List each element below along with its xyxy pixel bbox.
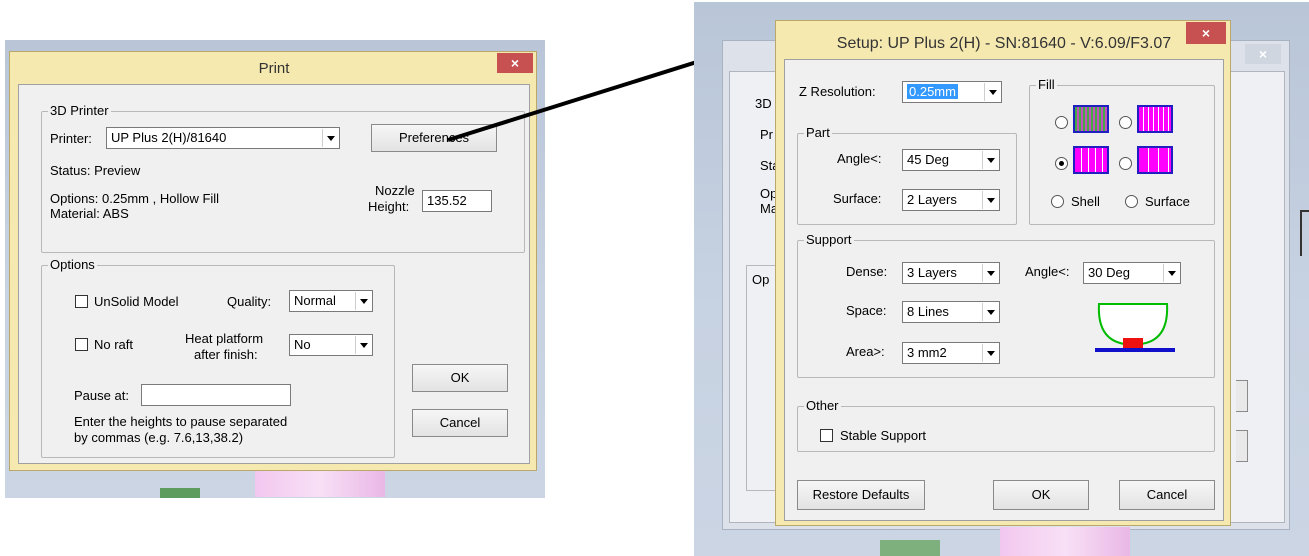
pause-label: Pause at: [74,388,129,403]
material-text: Material: ABS [50,206,129,221]
nozzle-height-field[interactable]: 135.52 [422,190,492,212]
support-angle-label: Angle<: [1025,264,1070,279]
options-text: Options: 0.25mm , Hollow Fill [50,191,220,206]
heat-platform-label-1: Heat platform [185,331,264,346]
fill-pattern-4-icon [1137,146,1173,174]
support-dense-label: Dense: [846,264,888,279]
model-hint-right [1000,527,1130,556]
fill-surface-radio[interactable] [1125,195,1138,208]
pause-hint-1: Enter the heights to pause separated [74,414,288,429]
part-angle-value: 45 Deg [907,152,949,167]
support-diagram-icon [1095,303,1175,352]
support-area-select[interactable]: 3 mm2 [902,342,1000,364]
printer-select-value: UP Plus 2(H)/81640 [111,130,227,145]
quality-select-value: Normal [294,293,336,308]
unsolid-label: UnSolid Model [94,294,179,309]
fill-group-legend: Fill [1036,77,1057,93]
support-angle-select[interactable]: 30 Deg [1083,262,1181,284]
setup-ok-button[interactable]: OK [993,480,1089,510]
fill-radio-4[interactable] [1119,157,1132,170]
fill-pattern-1-icon [1073,105,1109,133]
printer-label: Printer: [50,131,92,146]
fill-pattern-3-icon [1073,146,1109,174]
chevron-down-icon[interactable] [982,264,998,282]
chevron-down-icon[interactable] [982,151,998,169]
fill-shell-radio[interactable] [1051,195,1064,208]
chevron-down-icon[interactable] [355,292,371,310]
chevron-down-icon[interactable] [322,129,338,147]
chevron-down-icon[interactable] [984,83,1000,101]
heat-platform-label-2: after finish: [194,347,258,362]
part-surface-label: Surface: [833,191,882,206]
platform-hint-right [880,540,940,556]
support-space-value: 8 Lines [907,304,949,319]
bg-platform-edge [1300,210,1309,256]
quality-label: Quality: [227,294,272,309]
part-surface-select[interactable]: 2 Layers [902,189,1000,211]
bg-group-edge [746,265,776,491]
part-group-legend: Part [804,125,832,141]
noraft-checkbox[interactable] [75,338,88,351]
nozzle-label-1: Nozzle [375,183,415,198]
stable-support-label: Stable Support [840,428,927,443]
fill-radio-1[interactable] [1055,116,1068,129]
stable-support-checkbox[interactable] [820,429,833,442]
restore-defaults-button[interactable]: Restore Defaults [797,480,925,510]
pause-hint-2: by commas (e.g. 7.6,13,38.2) [74,430,244,445]
z-resolution-label: Z Resolution: [799,84,876,99]
nozzle-label-2: Height: [368,199,410,214]
fill-shell-label: Shell [1071,194,1100,209]
chevron-down-icon[interactable] [355,336,371,354]
support-group-legend: Support [804,232,854,248]
chevron-down-icon[interactable] [982,303,998,321]
part-surface-value: 2 Layers [907,192,957,207]
part-group: Part [797,125,1017,225]
noraft-label: No raft [94,337,134,352]
support-dense-value: 3 Layers [907,265,957,280]
z-resolution-select[interactable]: 0.25mm [902,81,1002,103]
pause-at-field[interactable] [141,384,291,406]
status-text: Status: Preview [50,163,141,178]
support-angle-value: 30 Deg [1088,265,1130,280]
print-cancel-button[interactable]: Cancel [412,409,508,437]
bg-label-pr: Pr [760,127,773,142]
options-group-legend: Options [48,257,97,273]
other-group-legend: Other [804,398,841,414]
fill-surface-label: Surface [1145,194,1190,209]
printer-select[interactable]: UP Plus 2(H)/81640 [106,127,340,149]
setup-cancel-button[interactable]: Cancel [1119,480,1215,510]
setup-dialog: Setup: UP Plus 2(H) - SN:81640 - V:6.09/… [775,20,1231,526]
support-space-label: Space: [846,303,887,318]
bg-button-edge-1 [1236,380,1248,412]
heat-platform-select[interactable]: No [289,334,373,356]
fill-pattern-2-icon [1137,105,1173,133]
print-ok-button[interactable]: OK [412,364,508,392]
fill-radio-2[interactable] [1119,116,1132,129]
part-angle-label: Angle<: [837,151,882,166]
chevron-down-icon[interactable] [982,344,998,362]
setup-dialog-client: Z Resolution: 0.25mm Part Angle<: 45 Deg… [784,59,1224,521]
fill-radio-3[interactable] [1055,157,1068,170]
support-area-label: Area>: [846,344,885,359]
part-angle-select[interactable]: 45 Deg [902,149,1000,171]
bg-button-edge-2 [1236,430,1248,462]
heat-platform-select-value: No [294,337,311,352]
platform-hint-left [160,488,200,498]
bg-label-3d: 3D [755,96,772,111]
support-space-select[interactable]: 8 Lines [902,301,1000,323]
z-resolution-value: 0.25mm [907,84,958,99]
background-close-button[interactable]: × [1245,44,1281,64]
support-dense-select[interactable]: 3 Layers [902,262,1000,284]
support-area-value: 3 mm2 [907,345,947,360]
setup-dialog-title: Setup: UP Plus 2(H) - SN:81640 - V:6.09/… [836,35,1172,52]
chevron-down-icon[interactable] [1163,264,1179,282]
printer-group-legend: 3D Printer [48,103,111,119]
model-hint-left [255,471,385,497]
setup-close-button[interactable]: × [1186,22,1226,44]
chevron-down-icon[interactable] [982,191,998,209]
unsolid-checkbox[interactable] [75,295,88,308]
quality-select[interactable]: Normal [289,290,373,312]
